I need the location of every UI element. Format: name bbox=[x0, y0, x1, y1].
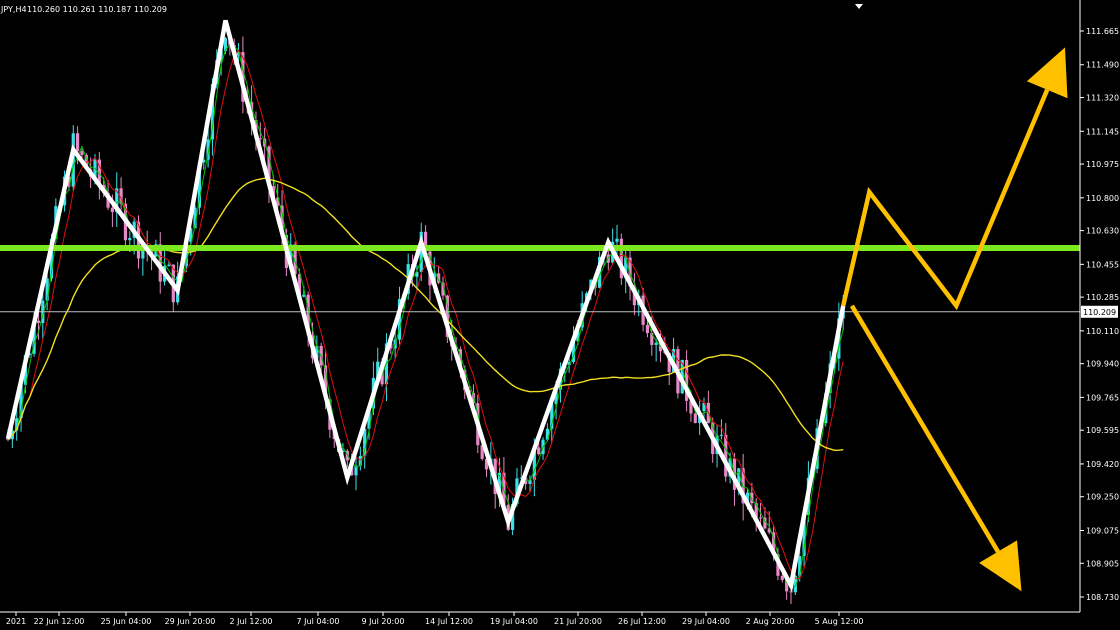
time-tick-label: 21 Jul 20:00 bbox=[554, 617, 602, 626]
time-tick-label: 7 Jul 04:00 bbox=[297, 617, 340, 626]
price-chart[interactable]: 111.665 111.490 111.320 111.145 110.975 110.8… bbox=[0, 0, 1120, 630]
time-tick-label: 22 Jun 12:00 bbox=[34, 617, 85, 626]
price-tick-label: 108.905 bbox=[1086, 559, 1119, 568]
price-tick-label: 110.800 bbox=[1086, 194, 1119, 203]
candle-body bbox=[615, 238, 619, 242]
time-tick-label: 9 Jul 20:00 bbox=[362, 617, 405, 626]
time-tick-label: 29 Jul 04:00 bbox=[682, 617, 730, 626]
time-tick-label: 19 Jul 04:00 bbox=[490, 617, 538, 626]
price-tick-label: 108.730 bbox=[1086, 593, 1119, 602]
time-tick-label: 26 Jul 12:00 bbox=[618, 617, 666, 626]
price-tick-label: 111.665 bbox=[1086, 27, 1119, 36]
candle-body bbox=[76, 133, 80, 152]
price-tick-label: 109.940 bbox=[1086, 360, 1119, 369]
candle-body bbox=[128, 237, 132, 241]
price-tick-label: 109.250 bbox=[1086, 493, 1119, 502]
candle-body bbox=[758, 517, 763, 519]
price-tick-label: 109.420 bbox=[1086, 460, 1119, 469]
price-tick-label: 110.110 bbox=[1086, 327, 1119, 336]
chart-header-symbol: JPY,H4 bbox=[0, 5, 27, 14]
time-tick-label: 5 Aug 12:00 bbox=[815, 617, 864, 626]
candle-body bbox=[780, 575, 784, 581]
time-tick-label: 29 Jun 20:00 bbox=[165, 617, 216, 626]
price-tick-label: 111.320 bbox=[1086, 94, 1119, 103]
price-tick-label: 111.145 bbox=[1086, 127, 1119, 136]
price-tick-label: 109.595 bbox=[1086, 426, 1119, 435]
candle-body bbox=[167, 264, 171, 266]
time-tick-label: 2 Jul 12:00 bbox=[230, 617, 273, 626]
time-tick-label: 2021 bbox=[6, 617, 26, 626]
time-tick-label: 14 Jul 12:00 bbox=[425, 617, 473, 626]
chart-header-ohlc: 110.260 110.261 110.187 110.209 bbox=[27, 5, 167, 14]
time-tick-label: 2 Aug 20:00 bbox=[746, 617, 795, 626]
price-tick-label: 109.765 bbox=[1086, 393, 1119, 402]
price-tick-label: 111.490 bbox=[1086, 61, 1119, 70]
price-tick-label: 109.075 bbox=[1086, 526, 1119, 535]
candle-body bbox=[110, 207, 114, 213]
current-price-label: 110.209 bbox=[1083, 308, 1116, 317]
candle-body bbox=[645, 324, 650, 334]
price-tick-label: 110.455 bbox=[1086, 260, 1119, 269]
candle-body bbox=[693, 413, 697, 423]
price-tick-label: 110.285 bbox=[1086, 293, 1119, 302]
candle-body bbox=[719, 434, 723, 436]
price-tick-label: 110.630 bbox=[1086, 227, 1119, 236]
candle-body bbox=[80, 151, 84, 155]
chart-background bbox=[0, 0, 1120, 630]
time-tick-label: 25 Jun 04:00 bbox=[101, 617, 152, 626]
candle-body bbox=[654, 342, 658, 345]
candle-body bbox=[36, 320, 41, 323]
candle-body bbox=[537, 447, 541, 455]
price-tick-label: 110.975 bbox=[1086, 160, 1119, 169]
